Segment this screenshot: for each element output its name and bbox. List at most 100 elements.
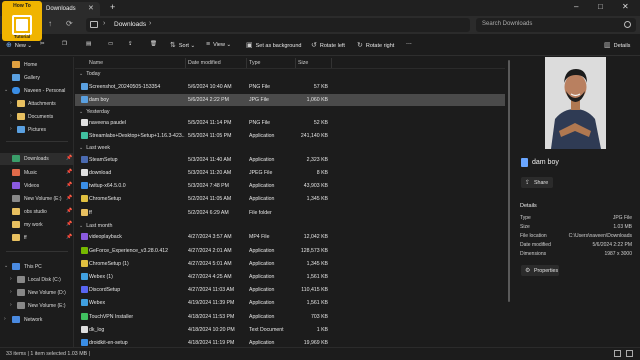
group-header-today[interactable]: ⌄ Today — [79, 71, 100, 77]
file-size: 1,345 KB — [306, 196, 328, 202]
new-button[interactable]: ⊕ New ⌄ — [6, 41, 32, 49]
share-button[interactable]: ⇪ Share — [521, 177, 553, 188]
column-size[interactable]: Size — [298, 60, 308, 66]
file-row[interactable]: DiscordSetup 4/27/2024 11:03 AM Applicatio… — [75, 284, 505, 296]
column-name[interactable]: Name — [89, 60, 103, 66]
pin-icon[interactable]: 📌 — [66, 169, 72, 175]
close-window-button[interactable]: ✕ — [622, 2, 629, 11]
file-row[interactable]: naveena paudel 5/5/2024 11:14 PM PNG File 5… — [75, 117, 505, 129]
sidebar-item-local-disk-c[interactable]: › Local Disk (C:) — [0, 274, 74, 286]
column-divider[interactable] — [246, 58, 247, 68]
file-row[interactable]: Webex (1) 4/27/2024 4:25 AM Application 1,5… — [75, 271, 505, 283]
rotate-right-button[interactable]: ↻ Rotate right — [357, 41, 394, 49]
sidebar-item-ff[interactable]: ff 📌 — [0, 232, 74, 244]
sidebar-item-obs-studio[interactable]: obs studio 📌 — [0, 206, 74, 218]
set-background-button[interactable]: ▣ Set as background — [246, 41, 302, 49]
chevron-right-icon[interactable]: › — [10, 289, 12, 295]
sidebar-item-network[interactable]: › Network — [0, 314, 74, 326]
sidebar-item-documents[interactable]: › Documents — [0, 111, 74, 123]
chevron-right-icon[interactable]: › — [10, 113, 12, 119]
pin-icon[interactable]: 📌 — [66, 195, 72, 201]
details-view-icon[interactable] — [614, 350, 621, 357]
paste-icon[interactable]: ▤ — [86, 41, 91, 47]
file-type: Application — [249, 248, 275, 254]
sidebar-item-volume-e2[interactable]: › New Volume (E:) — [0, 300, 74, 312]
sort-button[interactable]: ⇅ Sort ⌄ — [170, 41, 195, 49]
sidebar-item-music[interactable]: Music 📌 — [0, 167, 74, 179]
view-button[interactable]: ≡ View ⌄ — [206, 41, 231, 48]
sidebar-item-my-work[interactable]: my work 📌 — [0, 219, 74, 231]
sidebar-item-pictures[interactable]: › Pictures — [0, 124, 74, 136]
up-arrow-icon[interactable]: ↑ — [48, 19, 52, 28]
delete-icon[interactable]: 🗑 — [150, 41, 157, 47]
sidebar-item-volume-e[interactable]: New Volume (E:) 📌 — [0, 193, 74, 205]
chevron-down-icon[interactable]: ⌄ — [4, 263, 8, 269]
file-row[interactable]: twitup-x64.5.0.0 5/3/2024 7:48 PM Applicat… — [75, 180, 505, 192]
search-input[interactable]: Search Downloads — [482, 21, 532, 27]
copy-icon[interactable]: ❐ — [62, 41, 67, 47]
group-header-last-week[interactable]: ⌄ Last week — [79, 145, 110, 151]
title-bar: Downloads ✕ + – □ ✕ — [0, 0, 640, 16]
chevron-down-icon[interactable]: ⌄ — [4, 87, 8, 93]
group-header-yesterday[interactable]: ⌄ Yesterday — [79, 109, 110, 115]
file-row[interactable]: TouchVPN Installer 4/18/2024 11:53 PM Appl… — [75, 311, 505, 323]
sidebar-item-this-pc[interactable]: ⌄ This PC — [0, 261, 74, 273]
sidebar-item-videos[interactable]: Videos 📌 — [0, 180, 74, 192]
sidebar-item-attachments[interactable]: › Attachments — [0, 98, 74, 110]
rotate-right-icon: ↻ — [357, 42, 363, 49]
column-divider[interactable] — [331, 58, 332, 68]
minimize-button[interactable]: – — [574, 2, 578, 11]
sidebar-item-gallery[interactable]: Gallery — [0, 72, 74, 84]
sidebar-item-volume-d[interactable]: › New Volume (D:) — [0, 287, 74, 299]
chevron-right-icon[interactable]: › — [10, 276, 12, 282]
pin-icon[interactable]: 📌 — [66, 182, 72, 188]
column-divider[interactable] — [185, 58, 186, 68]
file-row[interactable]: GeForce_Experience_v3.28.0.412 4/27/2024 … — [75, 245, 505, 257]
chevron-right-icon[interactable]: › — [4, 316, 6, 322]
file-row[interactable]: dk_log 4/18/2024 10:20 PM Text Document 1 K… — [75, 324, 505, 336]
share-icon[interactable]: ⇪ — [128, 41, 133, 47]
sidebar-item-label: Local Disk (C:) — [28, 277, 61, 283]
pin-icon[interactable]: 📌 — [66, 234, 72, 240]
column-date-modified[interactable]: Date modified — [188, 60, 221, 66]
chevron-right-icon[interactable]: › — [10, 302, 12, 308]
chevron-right-icon[interactable]: › — [10, 100, 12, 106]
pin-icon[interactable]: 📌 — [66, 221, 72, 227]
file-row[interactable]: Screenshot_20240505-153354 5/6/2024 10:40… — [75, 81, 505, 93]
file-row[interactable]: download 5/3/2024 11:20 AM JPEG File 8 KB — [75, 167, 505, 179]
details-pane-button[interactable]: ▥ Details — [604, 41, 630, 49]
pin-icon[interactable]: 📌 — [66, 208, 72, 214]
pin-icon[interactable]: 📌 — [66, 155, 72, 161]
file-row[interactable]: Streamlabs+Desktop+Setup+1.16.3-423... 5/… — [75, 130, 505, 142]
pictures-icon — [17, 126, 25, 133]
more-options-button[interactable]: ... — [406, 39, 412, 46]
chevron-right-icon: › — [103, 20, 106, 27]
rename-icon[interactable]: ▭ — [108, 41, 113, 47]
file-row[interactable]: ff 5/2/2024 6:29 AM File folder — [75, 207, 505, 219]
sidebar-item-onedrive[interactable]: ⌄ Naveen - Personal — [0, 85, 74, 97]
vertical-scrollbar[interactable] — [508, 60, 510, 302]
file-row-selected[interactable]: dam boy 5/6/2024 2:22 PM JPG File 1,060 KB — [75, 94, 505, 106]
tiles-view-icon[interactable] — [626, 350, 633, 357]
group-header-last-month[interactable]: ⌄ Last month — [79, 223, 112, 229]
properties-button[interactable]: ⚙ Properties — [521, 265, 559, 276]
file-row[interactable]: ChromeSetup (1) 4/27/2024 5:01 AM Applicat… — [75, 258, 505, 270]
maximize-button[interactable]: □ — [598, 2, 603, 11]
chevron-right-icon[interactable]: › — [10, 126, 12, 132]
new-tab-icon[interactable]: + — [110, 2, 115, 12]
column-type[interactable]: Type — [249, 60, 260, 66]
file-row[interactable]: SteamSetup 5/3/2024 11:40 AM Application 2,… — [75, 154, 505, 166]
file-row[interactable]: Webex 4/19/2024 11:39 PM Application 1,561 … — [75, 297, 505, 309]
search-box[interactable]: Search Downloads — [476, 18, 636, 32]
rotate-left-button[interactable]: ↺ Rotate left — [311, 41, 345, 49]
address-bar[interactable]: › Downloads › — [86, 18, 470, 32]
refresh-icon[interactable]: ⟳ — [66, 19, 73, 28]
cut-icon[interactable]: ✂ — [40, 41, 45, 47]
column-divider[interactable] — [295, 58, 296, 68]
sidebar-item-downloads[interactable]: Downloads 📌 — [0, 153, 74, 165]
file-row[interactable]: videoplayback 4/27/2024 3:57 AM MP4 File 12… — [75, 231, 505, 243]
tab-close-icon[interactable]: ✕ — [88, 4, 94, 12]
file-row[interactable]: droidkit-en-setup 4/18/2024 11:19 PM Appli… — [75, 337, 505, 347]
sidebar-item-home[interactable]: Home — [0, 59, 74, 71]
file-row[interactable]: ChromeSetup 5/2/2024 11:05 AM Application 1… — [75, 193, 505, 205]
